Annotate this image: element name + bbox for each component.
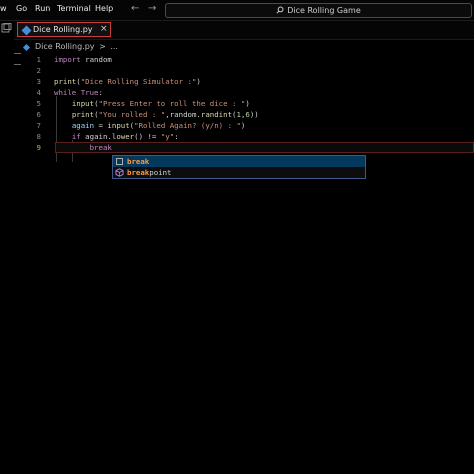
function-icon (115, 168, 124, 177)
command-center-search[interactable]: Dice Rolling Game (165, 3, 472, 18)
suggest-widget: break breakpoint (112, 155, 366, 179)
menu-run[interactable]: Run (35, 4, 50, 13)
code-line: 1 import random (14, 54, 474, 65)
code-text: input("Press Enter to roll the dice : ") (71, 99, 250, 108)
code-line: 6 print("You rolled : ",random.randint(1… (14, 109, 474, 120)
suggestion-label: break (127, 157, 150, 166)
line-number: 4 (36, 88, 41, 97)
code-line: 2 (14, 65, 474, 76)
line-number: 9 (36, 143, 41, 152)
close-icon[interactable]: × (100, 24, 108, 34)
search-text: Dice Rolling Game (287, 6, 361, 15)
code-line: 7 again = input("Rolled Again? (y/n) : "… (14, 120, 474, 131)
keyword-icon (116, 158, 123, 165)
search-icon (276, 6, 284, 14)
code-line: 3 print("Dice Rolling Simulator :") (14, 76, 474, 87)
breadcrumb: Dice Rolling.py > ... (20, 42, 118, 52)
line-number: 5 (36, 99, 41, 108)
code-text: if again.lower() != "y": (71, 132, 179, 141)
tab-label: Dice Rolling.py (33, 25, 93, 34)
code-line-current: 9 break (14, 142, 474, 153)
title-bar: w Go Run Terminal Help ← → Dice Rolling … (0, 0, 474, 21)
code-editor[interactable]: 1 import random 2 3 print("Dice Rolling … (14, 52, 474, 474)
line-number: 2 (36, 66, 41, 75)
suggestion-label: breakpoint (127, 168, 172, 177)
code-text[interactable]: break (54, 142, 112, 153)
back-arrow-icon[interactable]: ← (131, 3, 139, 14)
menu-help[interactable]: Help (95, 4, 113, 13)
python-file-icon (22, 43, 31, 52)
code-line: 8 if again.lower() != "y": (14, 131, 474, 142)
menu-view[interactable]: w (0, 4, 7, 13)
line-number: 1 (36, 55, 41, 64)
menu-terminal[interactable]: Terminal (57, 4, 91, 13)
code-line: 4 while True: (14, 87, 474, 98)
line-number: 8 (36, 132, 41, 141)
code-text: print("Dice Rolling Simulator :") (54, 77, 201, 86)
breadcrumb-symbol[interactable]: ... (110, 42, 118, 51)
explorer-icon[interactable] (1, 23, 12, 33)
breadcrumb-file[interactable]: Dice Rolling.py (35, 42, 95, 51)
forward-arrow-icon[interactable]: → (148, 3, 156, 14)
line-number: 6 (36, 110, 41, 119)
code-text: while True: (54, 88, 103, 97)
code-line: 5 input("Press Enter to roll the dice : … (14, 98, 474, 109)
suggestion-item[interactable]: breakpoint (113, 167, 365, 178)
activity-bar (0, 21, 14, 474)
code-text: import random (54, 55, 112, 64)
menu-go[interactable]: Go (16, 4, 27, 13)
breadcrumb-separator: > (99, 42, 106, 51)
code-text: print("You rolled : ",random.randint(1,6… (71, 110, 259, 119)
python-file-icon (21, 25, 32, 36)
editor-tab-bar: Dice Rolling.py × (14, 21, 474, 40)
line-number: 7 (36, 121, 41, 130)
code-text: again = input("Rolled Again? (y/n) : ") (71, 121, 246, 130)
suggestion-item[interactable]: break (113, 156, 365, 167)
tab-dice-rolling[interactable]: Dice Rolling.py × (17, 22, 111, 37)
line-number: 3 (36, 77, 41, 86)
